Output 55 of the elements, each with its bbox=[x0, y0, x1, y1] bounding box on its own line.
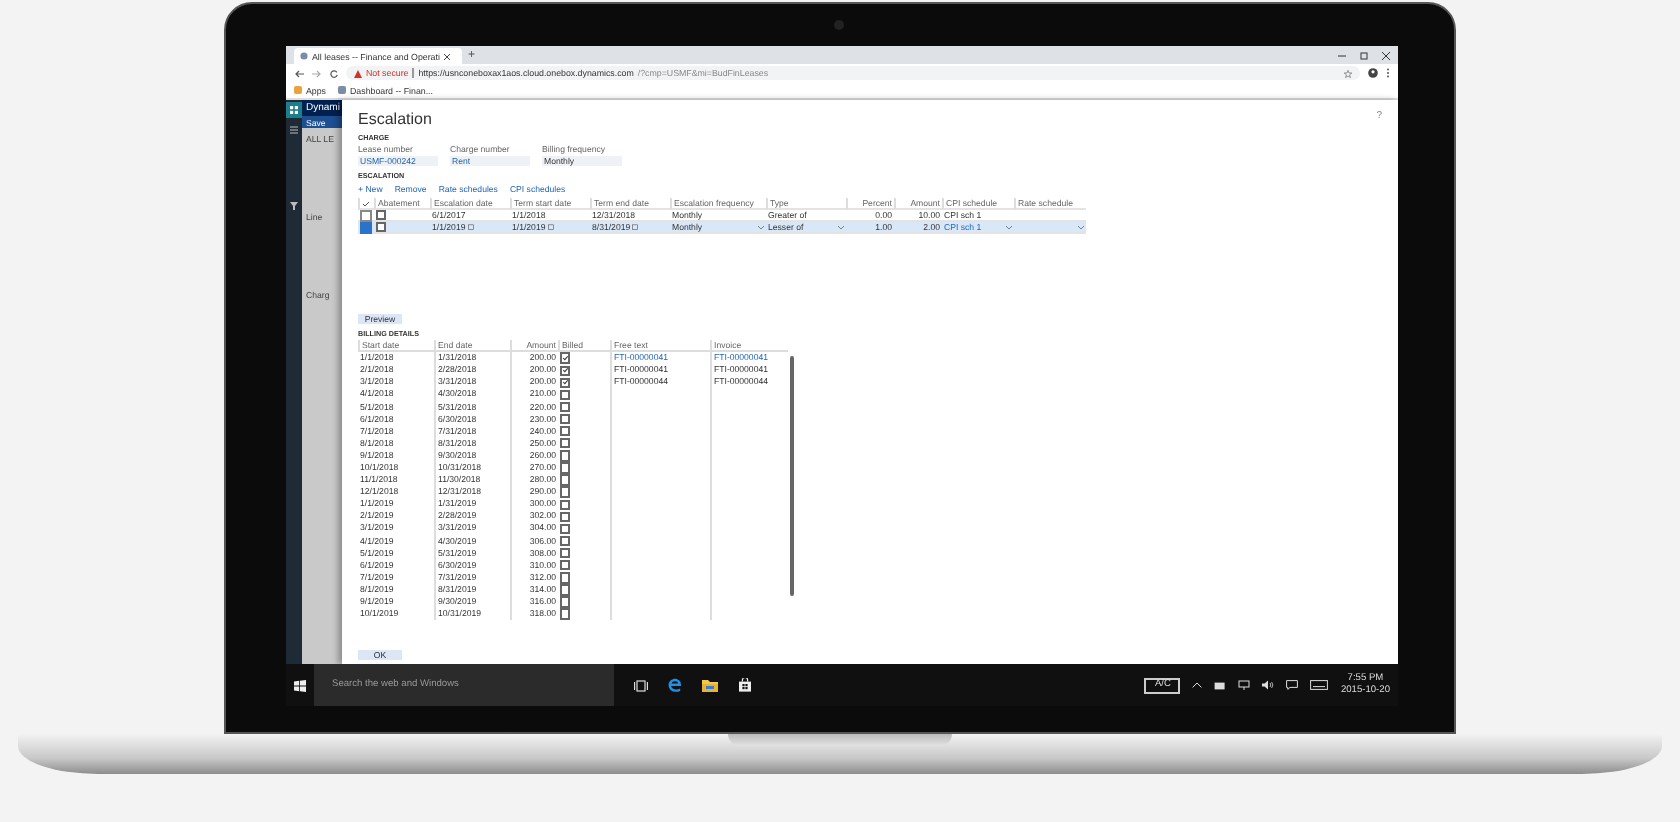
checkbox[interactable] bbox=[560, 389, 571, 401]
folder-icon[interactable] bbox=[702, 679, 718, 691]
checkbox[interactable] bbox=[560, 365, 571, 376]
checkbox[interactable] bbox=[560, 352, 571, 364]
browser-icon[interactable] bbox=[668, 678, 682, 692]
checkbox[interactable] bbox=[560, 499, 571, 510]
page-icon bbox=[300, 52, 308, 60]
close-icon[interactable] bbox=[443, 53, 450, 59]
camera-icon bbox=[834, 20, 844, 30]
message-icon[interactable] bbox=[1286, 680, 1299, 690]
checkbox[interactable] bbox=[560, 584, 571, 596]
reload-icon[interactable] bbox=[330, 69, 338, 77]
calendar-icon[interactable] bbox=[547, 224, 554, 230]
checkbox[interactable] bbox=[560, 450, 571, 462]
calendar-icon[interactable] bbox=[632, 224, 639, 230]
volume-icon[interactable] bbox=[1262, 680, 1275, 690]
checkbox[interactable] bbox=[560, 377, 571, 389]
filter-icon[interactable] bbox=[290, 202, 298, 210]
warning-icon bbox=[354, 69, 362, 77]
checkbox[interactable] bbox=[560, 401, 571, 413]
keyboard-icon[interactable] bbox=[1310, 680, 1329, 690]
windows-logo-icon[interactable] bbox=[294, 679, 306, 691]
dialog-title: Escalation bbox=[358, 110, 432, 128]
checkbox[interactable] bbox=[560, 511, 571, 523]
checkbox[interactable] bbox=[560, 596, 571, 608]
checkbox[interactable] bbox=[560, 438, 571, 449]
checkbox[interactable] bbox=[560, 426, 571, 437]
page-icon bbox=[338, 86, 347, 94]
checkbox[interactable] bbox=[560, 535, 571, 547]
checkbox[interactable] bbox=[560, 462, 571, 474]
network-icon[interactable] bbox=[1238, 680, 1251, 690]
task-view-icon[interactable] bbox=[634, 679, 648, 691]
checkbox[interactable] bbox=[376, 209, 387, 221]
star-icon[interactable] bbox=[1344, 69, 1352, 77]
checkbox[interactable] bbox=[560, 608, 571, 620]
app-grid-icon[interactable] bbox=[290, 106, 298, 114]
checkbox[interactable] bbox=[560, 523, 571, 535]
minimize-icon[interactable] bbox=[1338, 51, 1346, 59]
back-icon[interactable] bbox=[294, 69, 304, 77]
chevron-up-icon[interactable] bbox=[1192, 682, 1203, 688]
apps-icon bbox=[294, 86, 302, 94]
checkbox[interactable] bbox=[560, 560, 571, 571]
calendar-icon[interactable] bbox=[467, 224, 474, 230]
close-icon[interactable] bbox=[1382, 51, 1390, 59]
checkbox[interactable] bbox=[376, 221, 387, 233]
checkbox[interactable] bbox=[560, 474, 571, 486]
checkbox[interactable] bbox=[560, 413, 571, 425]
checkbox[interactable] bbox=[560, 572, 571, 584]
menu-icon[interactable] bbox=[290, 126, 298, 134]
account-icon[interactable] bbox=[1368, 68, 1378, 78]
checkbox[interactable] bbox=[560, 547, 571, 559]
maximize-icon[interactable] bbox=[1360, 51, 1368, 59]
checkbox[interactable] bbox=[560, 486, 571, 498]
battery-icon[interactable] bbox=[1214, 681, 1227, 689]
store-bag-icon[interactable] bbox=[738, 678, 752, 692]
